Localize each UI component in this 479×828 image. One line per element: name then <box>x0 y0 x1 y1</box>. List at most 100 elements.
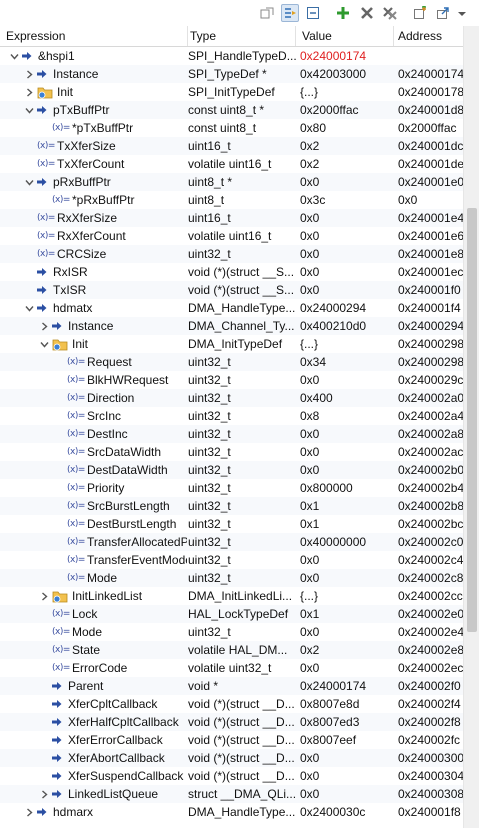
value-cell[interactable]: 0x2 <box>300 137 394 155</box>
tree-row[interactable]: Init SPI_InitTypeDef {...} 0x24000178 <box>0 83 463 101</box>
tree-row[interactable]: (x)= SrcInc uint32_t 0x8 0x240002a4 <box>0 407 463 425</box>
value-cell[interactable]: 0x1 <box>300 605 394 623</box>
value-cell[interactable]: 0x8 <box>300 407 394 425</box>
tree-row[interactable]: (x)=TransferAllocatedPortuint32_t 0x40000… <box>0 533 463 551</box>
tree-row[interactable]: (x)= Priority uint32_t 0x800000 0x240002b4 <box>0 479 463 497</box>
tree-row[interactable]: (x)= SrcBurstLength uint32_t 0x1 0x240002b8 <box>0 497 463 515</box>
tree-row[interactable]: XferErrorCallback void (*)(struct __D... 0… <box>0 731 463 749</box>
value-cell[interactable]: 0x8007eef <box>300 731 394 749</box>
value-cell[interactable]: 0x8007e8d <box>300 695 394 713</box>
column-expression-header[interactable]: Expression <box>0 26 188 46</box>
value-cell[interactable]: {...} <box>300 587 394 605</box>
tree-row[interactable]: (x)= Request uint32_t 0x34 0x24000298 <box>0 353 463 371</box>
value-cell[interactable]: 0x2400030c <box>300 803 394 821</box>
tree-row[interactable]: (x)= RxXferCount volatile uint16_t 0x0 0x240… <box>0 227 463 245</box>
value-cell[interactable]: 0x0 <box>300 659 394 677</box>
column-value-header[interactable]: Value <box>296 26 394 46</box>
tree-row[interactable]: (x)= State volatile HAL_DM... 0x2 0x240002e8 <box>0 641 463 659</box>
collapse-all-button[interactable] <box>304 4 322 22</box>
value-cell[interactable]: 0x400210d0 <box>300 317 394 335</box>
value-cell[interactable]: 0x800000 <box>300 479 394 497</box>
value-cell[interactable]: 0x42003000 <box>300 65 394 83</box>
expand-chevron-open-icon[interactable] <box>38 335 50 353</box>
tree-row[interactable]: (x)= Direction uint32_t 0x400 0x240002a0 <box>0 389 463 407</box>
expand-chevron-open-icon[interactable] <box>23 101 35 119</box>
value-cell[interactable]: 0x80 <box>300 119 394 137</box>
vertical-scrollbar[interactable] <box>463 26 479 828</box>
value-cell[interactable]: 0x0 <box>300 569 394 587</box>
tree-row[interactable]: hdmatx DMA_HandleType... 0x24000294 0x24000… <box>0 299 463 317</box>
value-cell[interactable]: 0x2000ffac <box>300 101 394 119</box>
value-cell[interactable]: 0x8007ed3 <box>300 713 394 731</box>
tree-row[interactable]: (x)= ErrorCode volatile uint32_t 0x0 0x24000… <box>0 659 463 677</box>
tree-row[interactable]: XferSuspendCallback void (*)(struct __D..… <box>0 767 463 785</box>
tree-row[interactable]: RxISR void (*)(struct __S... 0x0 0x240001ec <box>0 263 463 281</box>
value-cell[interactable]: 0x40000000 <box>300 533 394 551</box>
expand-chevron-open-icon[interactable] <box>8 47 20 65</box>
scrollbar-thumb[interactable] <box>467 208 477 632</box>
value-cell[interactable]: 0x0 <box>300 209 394 227</box>
value-cell[interactable]: 0x1 <box>300 515 394 533</box>
tree-row[interactable]: TxISR void (*)(struct __S... 0x0 0x240001f0 <box>0 281 463 299</box>
show-type-names-button[interactable] <box>258 4 276 22</box>
value-cell[interactable]: 0x0 <box>300 263 394 281</box>
value-cell[interactable]: 0x24000294 <box>300 299 394 317</box>
tree-row[interactable]: Instance SPI_TypeDef * 0x42003000 0x2400017… <box>0 65 463 83</box>
tree-row[interactable]: (x)= BlkHWRequest uint32_t 0x0 0x2400029c <box>0 371 463 389</box>
value-cell[interactable]: 0x34 <box>300 353 394 371</box>
new-expression-button[interactable] <box>411 4 429 22</box>
column-address-header[interactable]: Address <box>392 26 463 46</box>
expand-chevron-closed-icon[interactable] <box>38 785 50 803</box>
tree-row[interactable]: (x)= Mode uint32_t 0x0 0x240002c8 <box>0 569 463 587</box>
value-cell[interactable]: {...} <box>300 335 394 353</box>
tree-row[interactable]: (x)= SrcDataWidth uint32_t 0x0 0x240002ac <box>0 443 463 461</box>
value-cell[interactable]: 0x400 <box>300 389 394 407</box>
tree-row[interactable]: InitLinkedList DMA_InitLinkedLi... {...} 0x… <box>0 587 463 605</box>
value-cell[interactable]: 0x0 <box>300 227 394 245</box>
tree-row[interactable]: &hspi1 SPI_HandleTypeD... 0x24000174 <box>0 47 463 65</box>
expand-chevron-closed-icon[interactable] <box>38 317 50 335</box>
value-cell[interactable]: 0x0 <box>300 443 394 461</box>
value-cell[interactable]: 0x0 <box>300 623 394 641</box>
column-type-header[interactable]: Type <box>184 26 296 46</box>
value-cell[interactable]: 0x0 <box>300 551 394 569</box>
tree-row[interactable]: pTxBuffPtr const uint8_t * 0x2000ffac 0x240… <box>0 101 463 119</box>
export-button[interactable] <box>434 4 452 22</box>
value-cell[interactable]: 0x0 <box>300 173 394 191</box>
tree-row[interactable]: (x)= TxXferSize uint16_t 0x2 0x240001dc <box>0 137 463 155</box>
remove-expression-button[interactable] <box>358 4 376 22</box>
value-cell[interactable]: 0x0 <box>300 749 394 767</box>
tree-row[interactable]: XferCpltCallback void (*)(struct __D... 0x… <box>0 695 463 713</box>
add-expression-button[interactable] <box>334 4 352 22</box>
remove-all-button[interactable] <box>381 4 399 22</box>
tree-row[interactable]: (x)= DestBurstLength uint32_t 0x1 0x240002bc <box>0 515 463 533</box>
tree-row[interactable]: (x)= *pTxBuffPtr const uint8_t 0x80 0x2000ff… <box>0 119 463 137</box>
expand-chevron-open-icon[interactable] <box>23 299 35 317</box>
tree-row[interactable]: XferAbortCallback void (*)(struct __D... 0… <box>0 749 463 767</box>
value-cell[interactable]: 0x3c <box>300 191 394 209</box>
tree-row[interactable]: (x)= DestInc uint32_t 0x0 0x240002a8 <box>0 425 463 443</box>
tree-row[interactable]: Instance DMA_Channel_Ty... 0x400210d0 0x240… <box>0 317 463 335</box>
expand-chevron-open-icon[interactable] <box>23 173 35 191</box>
tree-row[interactable]: (x)= RxXferSize uint16_t 0x0 0x240001e4 <box>0 209 463 227</box>
tree-row[interactable]: XferHalfCpltCallback void (*)(struct __D.… <box>0 713 463 731</box>
value-cell[interactable]: 0x2 <box>300 641 394 659</box>
value-cell[interactable]: 0x0 <box>300 371 394 389</box>
value-cell[interactable]: 0x24000174 <box>300 47 394 65</box>
tree-row[interactable]: (x)= *pRxBuffPtr uint8_t 0x3c 0x0 <box>0 191 463 209</box>
tree-row[interactable]: (x)= TxXferCount volatile uint16_t 0x2 0x240… <box>0 155 463 173</box>
expand-chevron-closed-icon[interactable] <box>38 587 50 605</box>
tree-row[interactable]: LinkedListQueue struct __DMA_QLi... 0x0 0x2… <box>0 785 463 803</box>
value-cell[interactable]: {...} <box>300 83 394 101</box>
expand-chevron-closed-icon[interactable] <box>23 803 35 821</box>
tree-row[interactable]: hdmarx DMA_HandleType... 0x2400030c 0x24000… <box>0 803 463 821</box>
tree-row[interactable]: pRxBuffPtr uint8_t * 0x0 0x240001e0 <box>0 173 463 191</box>
value-cell[interactable]: 0x0 <box>300 281 394 299</box>
view-menu-button[interactable] <box>456 4 468 22</box>
value-cell[interactable]: 0x0 <box>300 461 394 479</box>
value-cell[interactable]: 0x2 <box>300 155 394 173</box>
expand-chevron-closed-icon[interactable] <box>23 65 35 83</box>
expand-chevron-closed-icon[interactable] <box>23 83 35 101</box>
tree-row[interactable]: Init DMA_InitTypeDef {...} 0x24000298 <box>0 335 463 353</box>
tree-row[interactable]: (x)= CRCSize uint32_t 0x0 0x240001e8 <box>0 245 463 263</box>
